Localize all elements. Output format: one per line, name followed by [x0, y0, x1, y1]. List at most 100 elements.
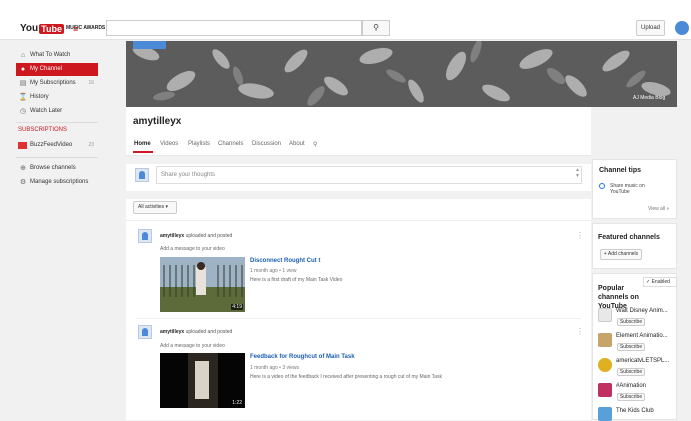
logo-music-awards-text: MUSIC AWARDS	[66, 25, 106, 31]
sidebar-item-label: My Channel	[30, 66, 63, 72]
clock-icon: ◷	[19, 108, 27, 115]
leaves-banner-image	[126, 41, 677, 107]
tab-channels[interactable]: Channels	[218, 141, 243, 147]
sidebar-item-buzzfeedvideo[interactable]: BuzzFeedVideo 23	[16, 139, 98, 152]
sidebar-divider	[16, 157, 98, 158]
search-input[interactable]	[106, 20, 362, 36]
sidebar-item-watch-later[interactable]: ◷ Watch Later	[16, 105, 98, 118]
tab-videos[interactable]: Videos	[160, 141, 178, 147]
video-thumbnail[interactable]: 1:22	[160, 353, 245, 408]
subscribe-button[interactable]: Subscribe	[617, 318, 645, 326]
more-options-icon[interactable]: ⋮	[576, 327, 584, 336]
post-username[interactable]: amytilleyx	[160, 329, 184, 335]
tab-discussion[interactable]: Discussion	[252, 141, 281, 147]
sidebar-item-label: History	[30, 94, 49, 100]
hourglass-icon: ⌛	[18, 94, 28, 101]
subscribe-button[interactable]: Subscribe	[617, 393, 645, 401]
sidebar-item-label: Watch Later	[30, 108, 63, 114]
user-icon: ●	[20, 66, 26, 73]
account-avatar[interactable]	[675, 21, 689, 35]
search-button[interactable]: ⚲	[362, 20, 390, 36]
popular-channels-title: Popular channels on YouTube	[598, 285, 639, 310]
sidebar-item-my-channel[interactable]: ● My Channel	[16, 63, 98, 76]
video-duration: 4:19	[231, 304, 243, 310]
tab-playlists[interactable]: Playlists	[188, 141, 210, 147]
sidebar-item-label: My Subscriptions	[30, 80, 76, 86]
channel-thumbnail[interactable]	[598, 383, 612, 397]
featured-channels-card	[592, 223, 677, 269]
popular-channel-name[interactable]: Walt Disney Anim...	[616, 308, 668, 314]
post-action: uploaded and posted	[185, 233, 233, 239]
avatar	[135, 168, 149, 182]
post-header: amytilleyx uploaded and posted	[160, 233, 232, 239]
active-tab-indicator	[133, 151, 153, 153]
popular-channel-name[interactable]: The Kids Club	[616, 408, 654, 414]
plus-circle-icon: ⊕	[20, 165, 26, 172]
view-all-link[interactable]: View all »	[648, 206, 669, 212]
more-options-icon[interactable]: ⋮	[576, 231, 584, 240]
subscriptions-icon: ▤	[19, 80, 27, 87]
sidebar-item-label: Manage subscriptions	[30, 179, 89, 185]
section-gap	[126, 191, 591, 199]
add-message-link[interactable]: Add a message to your video	[160, 343, 225, 349]
avatar	[138, 229, 152, 243]
avatar	[138, 325, 152, 339]
channel-search-icon[interactable]: ⚲	[313, 141, 317, 148]
search-icon: ⚲	[373, 23, 379, 32]
enabled-badge[interactable]: ✓ Enabled	[643, 277, 677, 287]
add-message-link[interactable]: Add a message to your video	[160, 246, 225, 252]
share-thoughts-input[interactable]: Share your thoughts	[156, 166, 582, 184]
upload-button[interactable]: Upload	[636, 20, 665, 36]
home-icon: ⌂	[20, 52, 26, 59]
buzzfeed-channel-icon	[18, 142, 27, 149]
subscribe-button[interactable]: Subscribe	[617, 368, 645, 376]
video-description: Here is a video of the feedback I receiv…	[250, 374, 442, 380]
channel-name: amytilleyx	[133, 116, 182, 127]
share-scroll-arrows-icon: ▲ ▼	[575, 167, 580, 179]
video-duration: 1:22	[231, 400, 243, 406]
youtube-logo[interactable]: You Tube MUSIC AWARDS	[20, 22, 105, 35]
section-gap	[126, 156, 591, 164]
sidebar-item-history[interactable]: ⌛ History	[16, 91, 98, 104]
subscriptions-count: 16	[88, 80, 94, 86]
channel-thumbnail[interactable]	[598, 308, 612, 322]
video-title-link[interactable]: Disconnect Rought Cut t	[250, 258, 320, 264]
banner-credit: AJ Media Blog	[633, 95, 666, 101]
tip-radio-icon[interactable]	[599, 183, 605, 189]
popular-channel-name[interactable]: americatvLETSPL...	[616, 358, 669, 364]
tip-text[interactable]: Share music on YouTube	[610, 183, 658, 195]
buzzfeed-count: 23	[88, 142, 94, 148]
channel-tips-title: Channel tips	[599, 167, 642, 174]
popular-channel-name[interactable]: Element Animatio...	[616, 333, 668, 339]
tab-home[interactable]: Home	[134, 141, 151, 147]
subscribe-button[interactable]: Subscribe	[617, 343, 645, 351]
sidebar-item-label: BuzzFeedVideo	[30, 142, 73, 148]
video-description: Here is a first draft of my Main Task Vi…	[250, 277, 343, 283]
logo-tube-text: Tube	[39, 23, 64, 34]
tab-about[interactable]: About	[289, 141, 305, 147]
sidebar-item-manage-subscriptions[interactable]: ⚙ Manage subscriptions	[16, 176, 98, 189]
sidebar-divider	[16, 122, 98, 123]
sidebar-item-browse-channels[interactable]: ⊕ Browse channels	[16, 162, 98, 175]
channel-banner	[126, 41, 677, 107]
logo-you-text: You	[20, 23, 39, 34]
gear-icon: ⚙	[19, 179, 27, 186]
add-channels-button[interactable]: + Add channels	[600, 249, 642, 260]
feed-divider	[126, 220, 591, 221]
video-thumbnail[interactable]: 4:19	[160, 257, 245, 312]
subscriptions-heading: SUBSCRIPTIONS	[18, 127, 68, 133]
channel-thumbnail[interactable]	[598, 358, 612, 372]
sidebar-item-label: Browse channels	[30, 165, 76, 171]
channel-thumbnail[interactable]	[598, 407, 612, 421]
post-username[interactable]: amytilleyx	[160, 233, 184, 239]
guide-menu-icon[interactable]: ≡	[73, 24, 78, 34]
video-title-link[interactable]: Feedback for Roughcut of Main Task	[250, 354, 355, 360]
sidebar-item-what-to-watch[interactable]: ⌂ What To Watch	[16, 49, 98, 62]
post-header: amytilleyx uploaded and posted	[160, 329, 232, 335]
post-action: uploaded and posted	[185, 329, 233, 335]
popular-channel-name[interactable]: #Animation	[616, 383, 646, 389]
sidebar-item-label: What To Watch	[30, 52, 71, 58]
channel-thumbnail[interactable]	[598, 333, 612, 347]
sidebar-item-my-subscriptions[interactable]: ▤ My Subscriptions 16	[16, 77, 98, 90]
all-activities-dropdown[interactable]: All activities ▾	[133, 201, 177, 214]
